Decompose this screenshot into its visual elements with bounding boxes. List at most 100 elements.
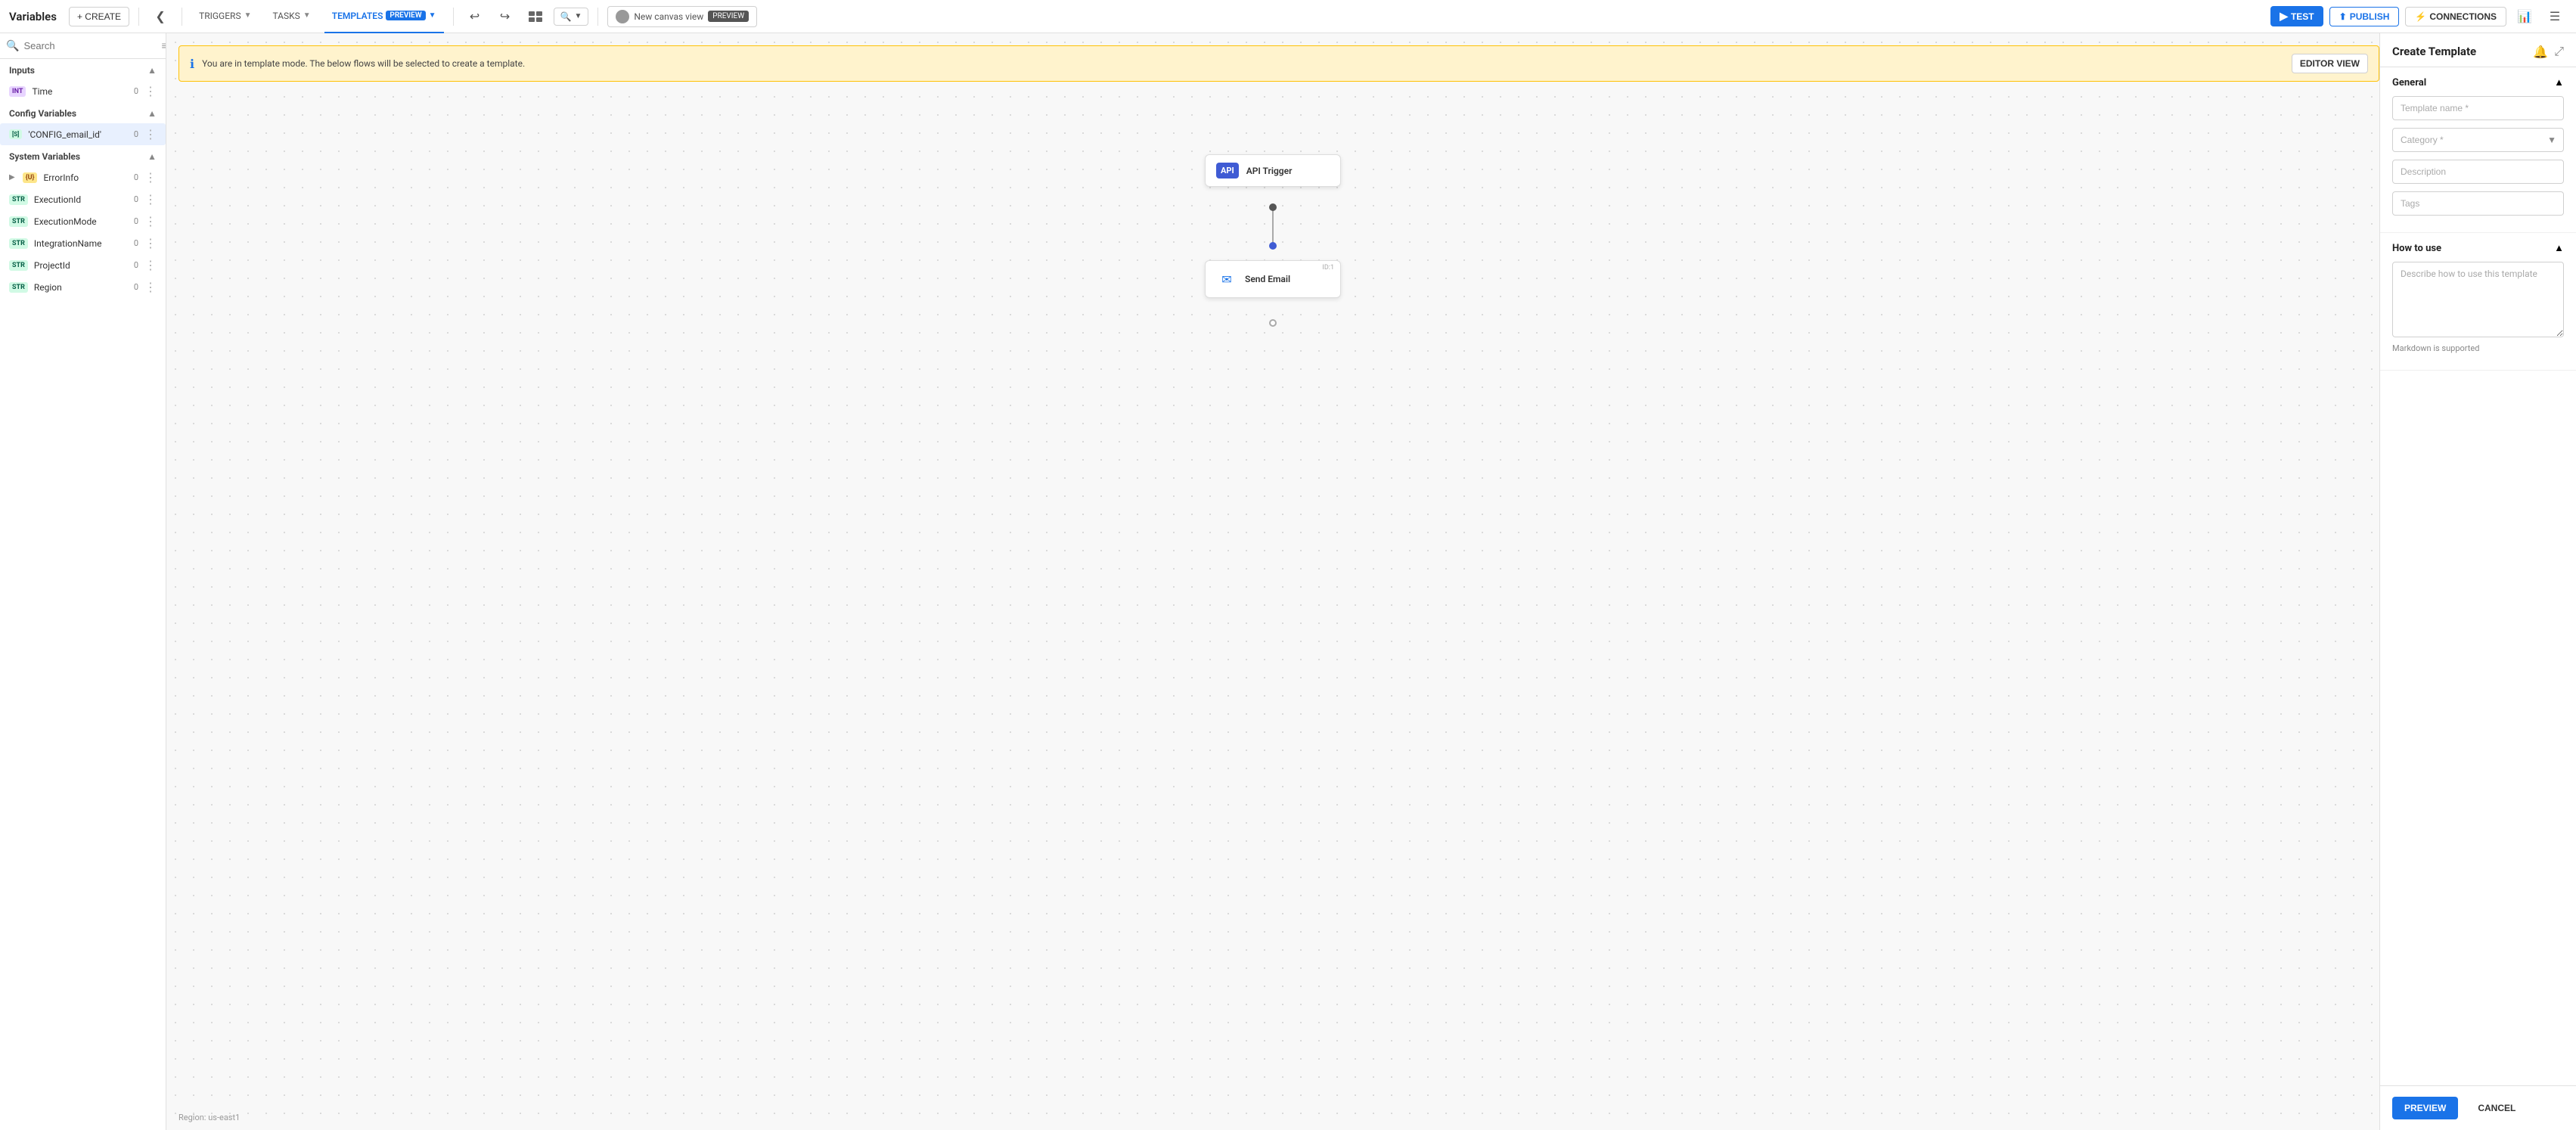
tags-input[interactable] [2392,191,2564,216]
type-badge-str: STR [9,216,28,227]
more-options-icon[interactable]: ⋮ [144,214,157,228]
variable-count: 0 [134,129,138,139]
variable-name: 'CONFIG_email_id' [28,129,127,140]
connector-dot-top [1269,203,1277,211]
list-item[interactable]: ▶ {U} ErrorInfo 0 ⋮ [0,166,166,188]
how-to-use-section-header[interactable]: How to use ▲ [2392,242,2564,254]
how-to-use-collapse-arrow: ▲ [2554,242,2564,254]
api-trigger-node[interactable]: API API Trigger [1205,154,1341,187]
nav-divider-3 [453,8,454,26]
more-options-icon[interactable]: ⋮ [144,170,157,185]
menu-icon[interactable]: ☰ [2543,5,2567,29]
list-item[interactable]: STR ProjectId 0 ⋮ [0,254,166,276]
list-item[interactable]: INT Time 0 ⋮ [0,80,166,102]
preview-button[interactable]: PREVIEW [2392,1097,2458,1119]
variable-name: Region [34,282,128,293]
variable-count: 0 [134,260,138,270]
variable-name: ProjectId [34,260,128,271]
info-icon: ℹ [190,57,194,71]
general-section-header[interactable]: General ▲ [2392,76,2564,88]
list-item[interactable]: STR ExecutionMode 0 ⋮ [0,210,166,232]
panel-title: Create Template [2392,45,2476,58]
more-options-icon[interactable]: ⋮ [144,192,157,206]
section-header-system[interactable]: System Variables ▲ [0,145,166,166]
variable-name: IntegrationName [34,238,128,249]
bell-icon[interactable]: 🔔 [2533,45,2548,59]
markdown-support-note: Markdown is supported [2392,343,2564,353]
type-badge-str: STR [9,238,28,249]
zoom-search-icon: 🔍 [560,11,572,22]
template-name-input[interactable] [2392,96,2564,120]
section-header-config[interactable]: Config Variables ▲ [0,102,166,123]
cancel-button[interactable]: CANCEL [2466,1097,2528,1119]
search-icon: 🔍 [6,40,19,52]
canvas-view-indicator: New canvas view PREVIEW [607,6,757,27]
more-options-icon[interactable]: ⋮ [144,236,157,250]
layout-icon[interactable] [523,5,548,29]
tab-tasks[interactable]: TASKS ▼ [265,0,318,33]
more-options-icon[interactable]: ⋮ [144,127,157,141]
template-mode-banner: ℹ You are in template mode. The below fl… [178,45,2379,82]
general-section-title: General [2392,77,2426,88]
how-to-use-textarea[interactable] [2392,262,2564,337]
category-select[interactable]: Category * [2392,128,2564,152]
flow-connector-line [1272,209,1274,247]
panel-header: Create Template 🔔 ⤢ [2380,33,2576,67]
api-icon: API [1216,163,1239,179]
tags-field [2392,191,2564,216]
type-badge-obj: {U} [23,172,38,183]
type-badge-str: [S] [9,129,22,139]
send-email-label: Send Email [1245,274,1290,284]
type-badge-str: STR [9,282,28,293]
undo-icon[interactable]: ↩ [463,5,487,29]
description-input[interactable] [2392,160,2564,184]
right-panel: Create Template 🔔 ⤢ General ▲ Category * [2379,33,2576,1130]
top-nav: Variables + CREATE ❮ TRIGGERS ▼ TASKS ▼ … [0,0,2576,33]
canvas-area[interactable]: ℹ You are in template mode. The below fl… [166,33,2379,1130]
canvas-preview-badge: PREVIEW [708,11,749,22]
zoom-control[interactable]: 🔍 ▼ [554,8,589,26]
template-name-field [2392,96,2564,120]
test-button[interactable]: ▶ TEST [2270,6,2323,26]
create-button[interactable]: + CREATE [69,7,129,26]
section-header-inputs[interactable]: Inputs ▲ [0,59,166,80]
variable-name: ExecutionMode [34,216,128,227]
chart-icon[interactable]: 📊 [2512,5,2537,29]
list-item[interactable]: STR ExecutionId 0 ⋮ [0,188,166,210]
node-id-badge: ID:1 [1322,264,1334,272]
config-collapse-arrow: ▲ [147,108,157,119]
sidebar: 🔍 ≡ Inputs ▲ INT Time 0 ⋮ Config Variabl… [0,33,166,1130]
expand-icon[interactable]: ▶ [9,173,15,182]
variable-name: Time [32,86,127,97]
list-item[interactable]: STR Region 0 ⋮ [0,276,166,298]
search-input[interactable] [23,40,157,51]
editor-view-button[interactable]: EDITOR VIEW [2292,54,2368,73]
tab-templates[interactable]: TEMPLATES PREVIEW ▼ [324,0,444,33]
canvas-view-icon [616,10,629,23]
collapse-icon[interactable]: ❮ [148,5,172,29]
tab-triggers[interactable]: TRIGGERS ▼ [191,0,259,33]
list-item[interactable]: STR IntegrationName 0 ⋮ [0,232,166,254]
variable-name: ExecutionId [34,194,128,205]
main-content: 🔍 ≡ Inputs ▲ INT Time 0 ⋮ Config Variabl… [0,33,2576,1130]
connections-button[interactable]: ⚡ CONNECTIONS [2405,7,2506,26]
variable-count: 0 [134,172,138,182]
expand-panel-icon[interactable]: ⤢ [2554,44,2564,59]
api-trigger-label: API Trigger [1246,166,1293,176]
more-options-icon[interactable]: ⋮ [144,280,157,294]
more-options-icon[interactable]: ⋮ [144,258,157,272]
redo-icon[interactable]: ↪ [493,5,517,29]
variable-count: 0 [134,194,138,204]
system-collapse-arrow: ▲ [147,151,157,162]
more-options-icon[interactable]: ⋮ [144,84,157,98]
send-email-node[interactable]: ID:1 ✉ Send Email [1205,260,1341,298]
list-item[interactable]: [S] 'CONFIG_email_id' 0 ⋮ [0,123,166,145]
panel-footer: PREVIEW CANCEL [2380,1085,2576,1130]
email-icon: ✉ [1216,269,1237,290]
publish-button[interactable]: ⬆ PUBLISH [2329,7,2400,26]
type-badge-str: STR [9,194,28,205]
nav-divider-1 [138,8,139,26]
banner-text: You are in template mode. The below flow… [202,58,2284,69]
app-title: Variables [9,10,57,23]
nav-divider-4 [597,8,598,26]
